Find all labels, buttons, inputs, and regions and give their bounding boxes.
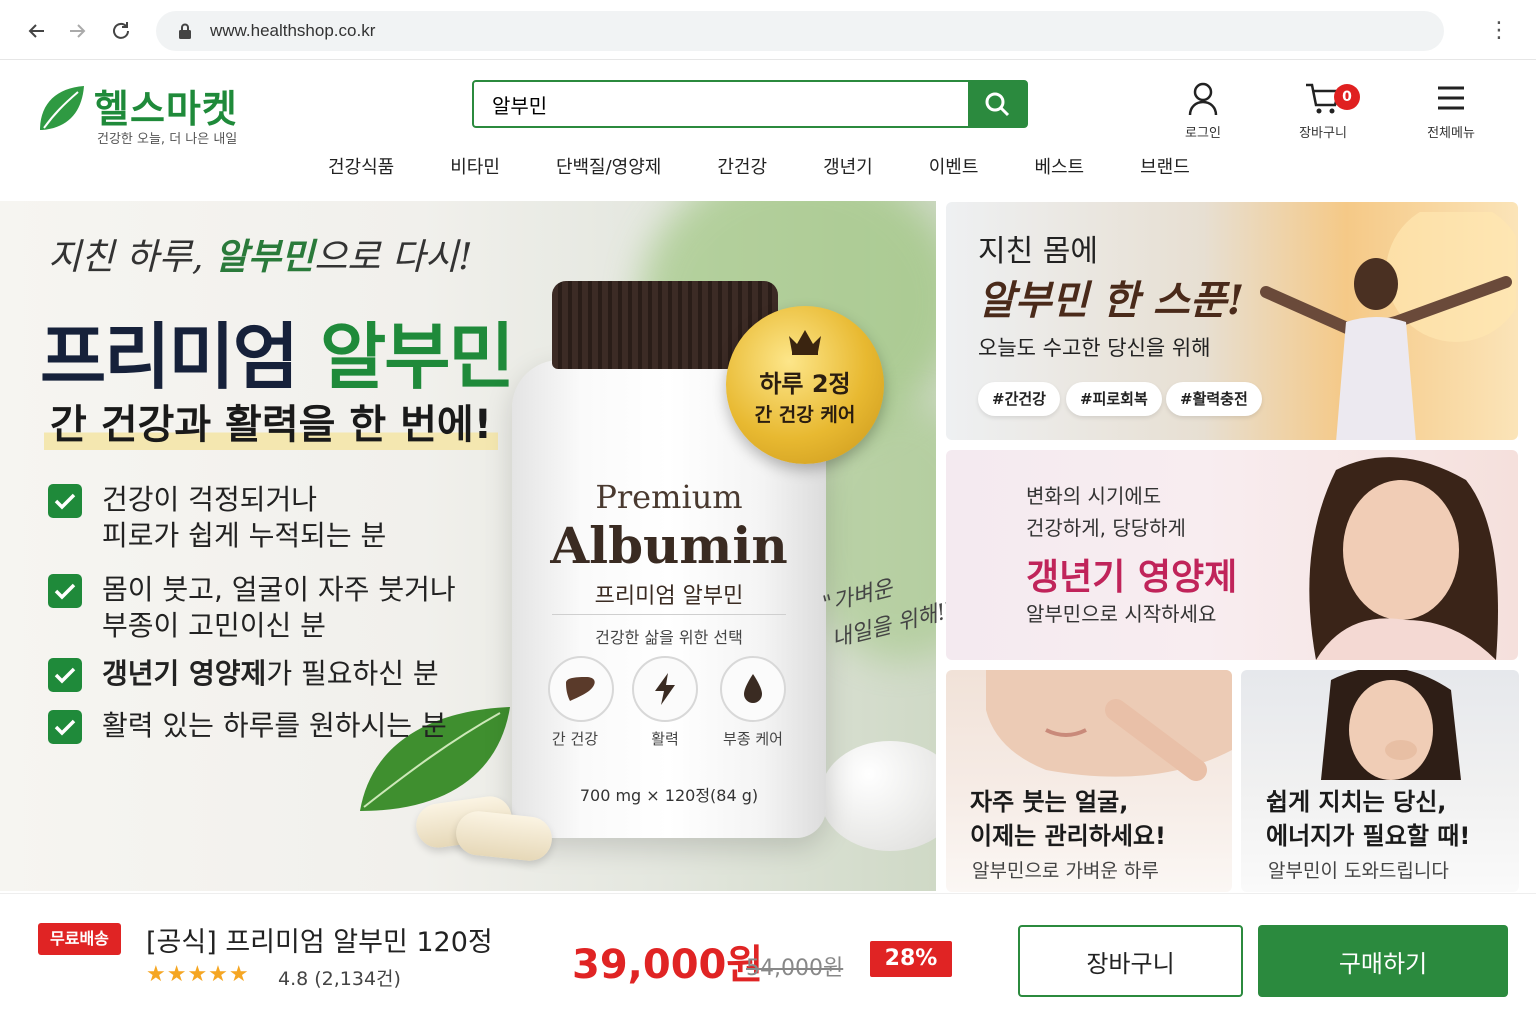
checkmark-icon xyxy=(48,484,82,518)
search-input[interactable] xyxy=(474,82,964,126)
bottle-icon-label: 활력 xyxy=(651,730,679,748)
nav-item-vitamin[interactable]: 비타민 xyxy=(422,150,528,186)
hero-script-text: 지친 하루, 알부민으로 다시! xyxy=(48,236,473,278)
nav-item-brand[interactable]: 브랜드 xyxy=(1112,150,1218,186)
banner1-line3: 오늘도 수고한 당신을 위해 xyxy=(978,336,1211,360)
hashtag-energy[interactable]: #활력충전 xyxy=(1166,382,1262,416)
search-box xyxy=(472,80,1028,128)
checklist-item: 갱년기 영양제가 필요하신 분 xyxy=(48,656,439,692)
banner2-line2: 건강하게, 당당하게 xyxy=(1026,516,1186,540)
woman-portrait-illustration xyxy=(1309,457,1498,660)
sale-price: 39,000원 xyxy=(572,942,764,988)
bottle-label-sub: 건강한 삶을 위한 선택 xyxy=(595,628,743,647)
crown-icon xyxy=(789,330,821,355)
hero-title: 프리미엄 알부민 xyxy=(40,315,515,399)
badge-line1: 하루 2정 xyxy=(759,370,851,398)
banner3-title2: 이제는 관리하세요! xyxy=(970,822,1166,850)
bottle-icon-label: 간 건강 xyxy=(551,730,599,748)
url-text: www.healthshop.co.kr xyxy=(210,21,376,40)
banner4-title2: 에너지가 필요할 때! xyxy=(1266,822,1471,850)
star-rating-icon: ★★★★★ xyxy=(146,962,250,987)
hamburger-icon xyxy=(1438,86,1464,110)
login-label: 로그인 xyxy=(1185,126,1221,141)
checkmark-icon xyxy=(48,574,82,608)
banner1-line1: 지친 몸에 xyxy=(978,234,1098,269)
nav-item-liver[interactable]: 간건강 xyxy=(689,150,795,186)
buy-now-button[interactable]: 구매하기 xyxy=(1258,925,1508,997)
leaf-logo-icon[interactable] xyxy=(36,82,86,134)
search-icon xyxy=(985,92,1010,117)
search-button[interactable] xyxy=(968,82,1026,126)
logo-text[interactable]: 헬스마켓 xyxy=(94,78,238,133)
bottle-label-premium: Premium xyxy=(595,478,743,516)
main-nav: 건강식품 비타민 단백질/영양제 간건강 갱년기 이벤트 베스트 브랜드 xyxy=(300,150,1218,186)
banner4-sub: 알부민이 도와드립니다 xyxy=(1268,860,1449,882)
logo-tagline: 건강한 오늘, 더 나은 내일 xyxy=(97,132,238,147)
login-button[interactable]: 로그인 xyxy=(1158,82,1248,141)
banner3-sub: 알부민으로 가벼운 하루 xyxy=(972,860,1159,882)
nav-item-menopause[interactable]: 갱년기 xyxy=(795,150,901,186)
add-to-cart-button[interactable]: 장바구니 xyxy=(1018,925,1243,997)
badge-line2: 간 건강 케어 xyxy=(754,404,856,426)
nav-item-health-food[interactable]: 건강식품 xyxy=(300,150,422,186)
bottle-icon-label: 부종 케어 xyxy=(723,730,783,748)
cart-count-badge: 0 xyxy=(1334,84,1360,110)
banner3-title1: 자주 붓는 얼굴, xyxy=(970,788,1129,816)
lock-icon xyxy=(179,23,191,39)
rating-text[interactable]: 4.8 (2,134건) xyxy=(278,964,401,991)
banner4-title1: 쉽게 지치는 당신, xyxy=(1266,788,1447,816)
liver-icon xyxy=(548,656,614,722)
hashtag-liver[interactable]: #간건강 xyxy=(978,382,1060,416)
checklist-item: 건강이 걱정되거나 피로가 쉽게 누적되는 분 xyxy=(48,482,386,554)
hashtag-recovery[interactable]: #피로회복 xyxy=(1066,382,1162,416)
checkmark-icon xyxy=(48,658,82,692)
back-icon[interactable] xyxy=(24,18,50,44)
lightning-icon xyxy=(632,656,698,722)
bottle-spec: 700 mg × 120정(84 g) xyxy=(579,786,759,805)
bottle-label-albumin: Albumin xyxy=(550,516,788,575)
hero-subtitle: 간 건강과 활력을 한 번에! xyxy=(44,392,498,450)
checklist-item: 활력 있는 하루를 원하시는 분 xyxy=(48,708,447,744)
address-bar[interactable]: www.healthshop.co.kr xyxy=(156,11,1444,51)
pebble-decoration xyxy=(820,741,936,851)
product-name: [공식] 프리미엄 알부민 120정 xyxy=(146,927,493,958)
checkmark-icon xyxy=(48,710,82,744)
all-menu-label: 전체메뉴 xyxy=(1427,126,1475,141)
reload-icon[interactable] xyxy=(108,18,134,44)
nav-item-best[interactable]: 베스트 xyxy=(1006,150,1112,186)
free-shipping-badge: 무료배송 xyxy=(38,923,121,955)
all-menu-button[interactable]: 전체메뉴 xyxy=(1406,82,1496,141)
forward-icon[interactable] xyxy=(64,18,90,44)
user-icon xyxy=(1188,82,1218,116)
banner2-line1: 변화의 시기에도 xyxy=(1026,484,1162,508)
banner2-line4: 알부민으로 시작하세요 xyxy=(1026,602,1217,626)
nav-item-protein[interactable]: 단백질/영양제 xyxy=(528,150,689,186)
banner2-title: 갱년기 영양제 xyxy=(1026,557,1238,598)
checklist-item: 몸이 붓고, 얼굴이 자주 붓거나 부종이 고민이신 분 xyxy=(48,572,456,644)
browser-toolbar: www.healthshop.co.kr ⋮ xyxy=(0,0,1536,60)
cart-label: 장바구니 xyxy=(1299,126,1347,141)
bottle-label-korean: 프리미엄 알부민 xyxy=(594,584,744,609)
nav-item-event[interactable]: 이벤트 xyxy=(901,150,1007,186)
face-closeup-illustration xyxy=(986,670,1232,781)
original-price: 54,000원 xyxy=(746,956,844,981)
daily-dose-badge: 하루 2정 간 건강 케어 xyxy=(726,306,884,464)
yawning-woman-illustration xyxy=(1321,670,1461,780)
kebab-menu-icon[interactable]: ⋮ xyxy=(1488,18,1510,43)
banner1-line2: 알부민 한 스푼! xyxy=(978,277,1245,324)
bottle-divider xyxy=(552,614,786,615)
water-drop-icon xyxy=(720,656,786,722)
discount-badge: 28% xyxy=(870,941,952,977)
